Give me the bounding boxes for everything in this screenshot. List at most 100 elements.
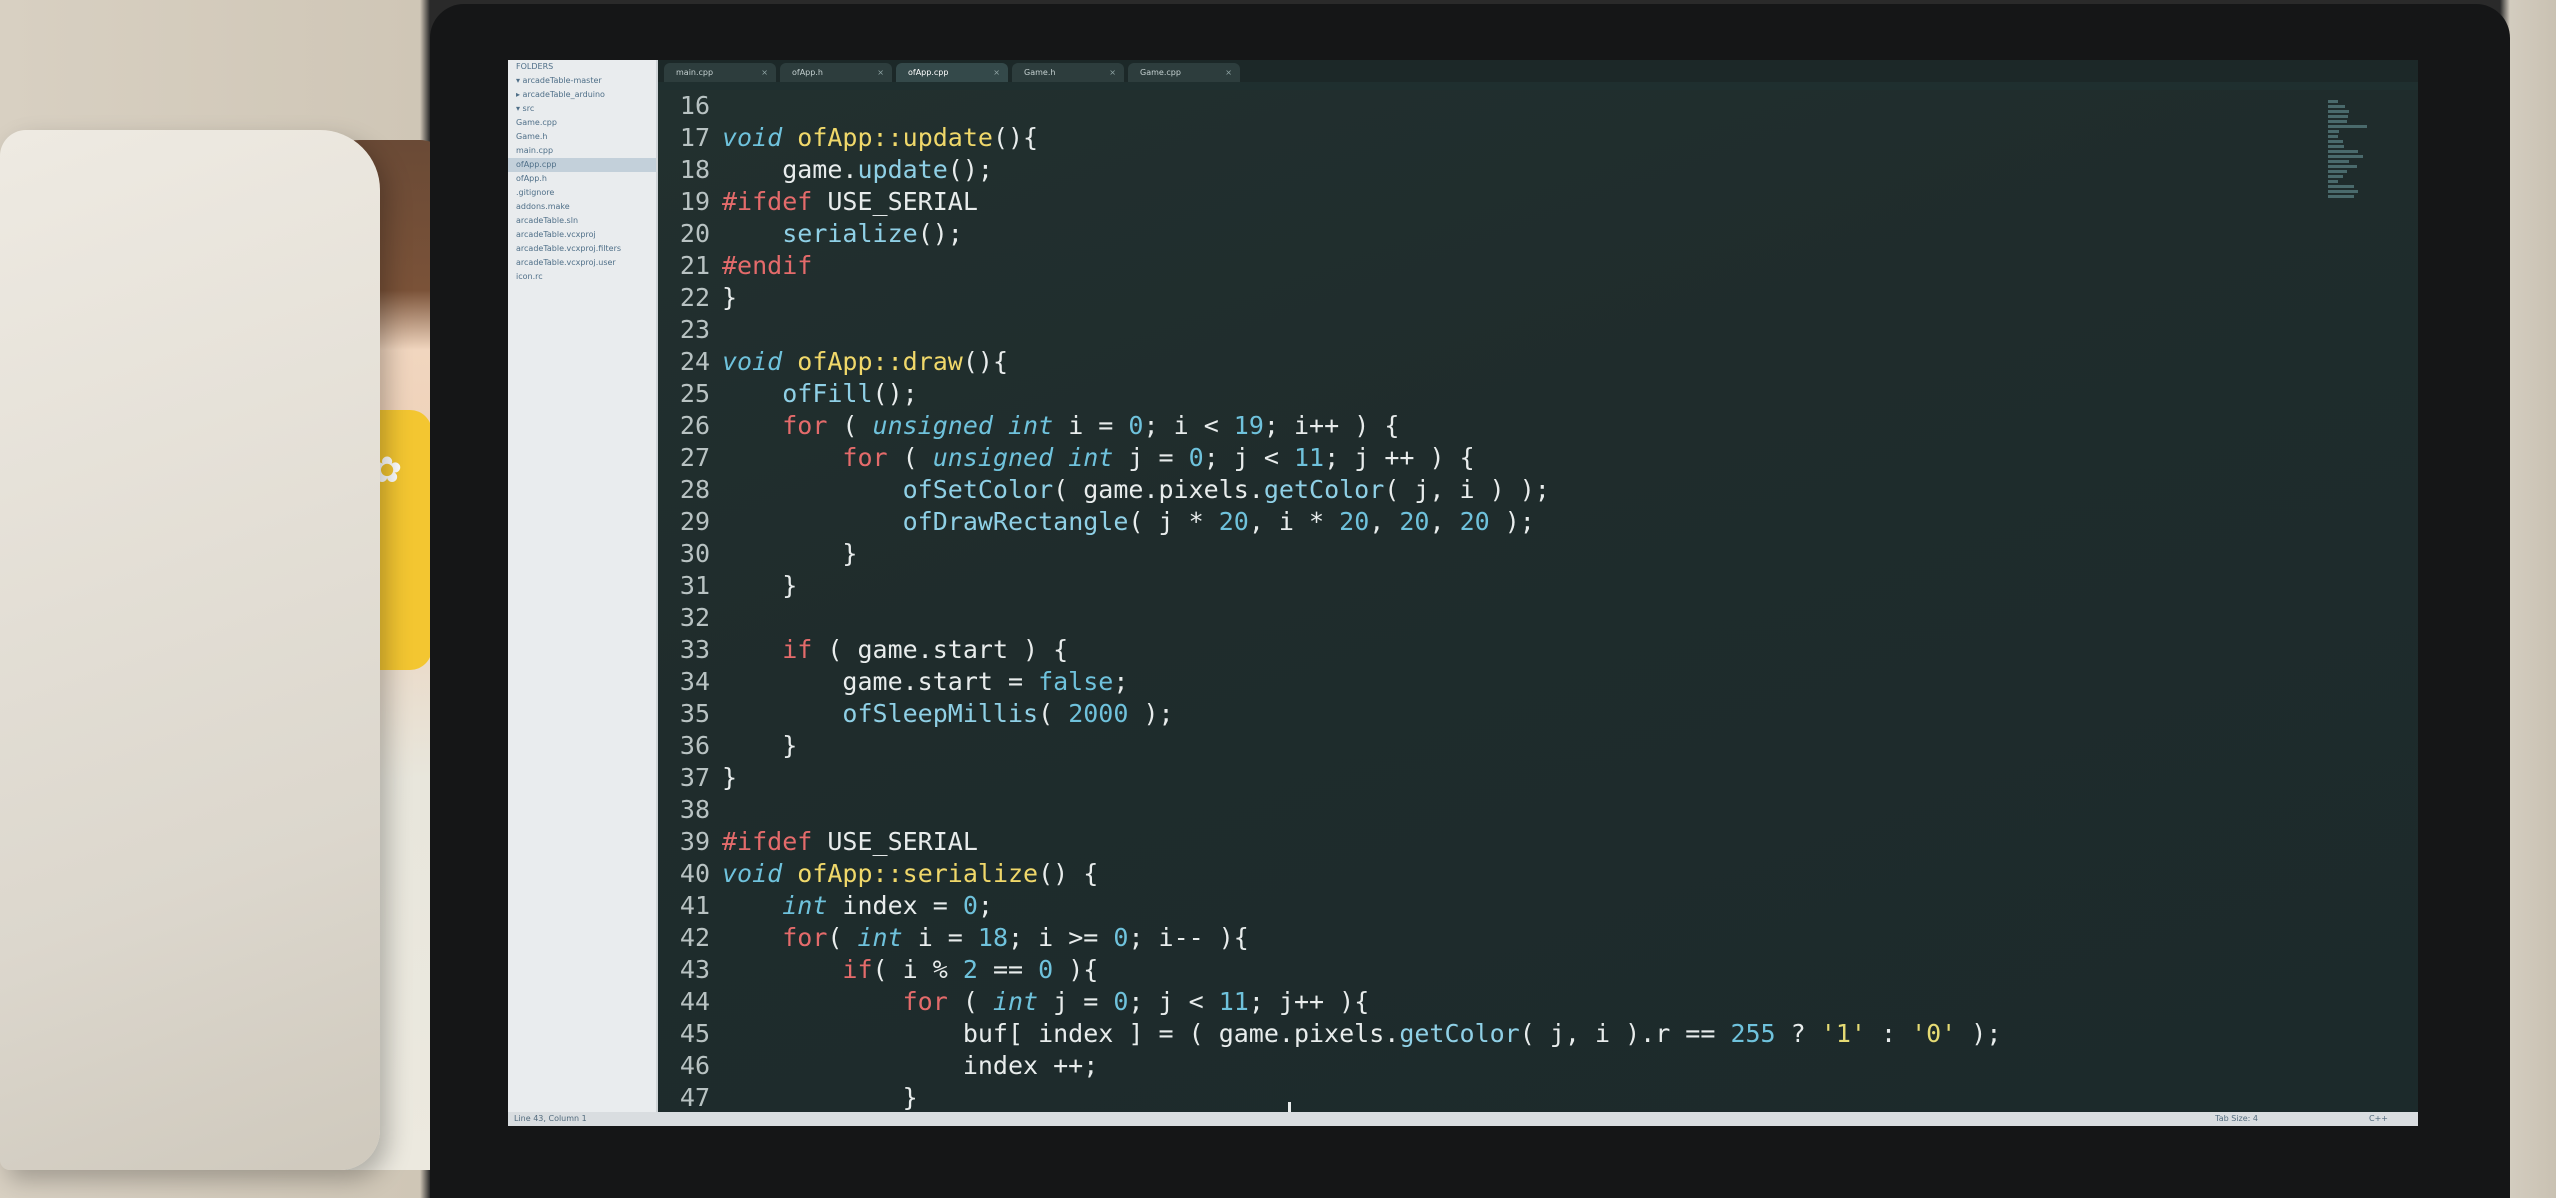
sidebar-item[interactable]: Game.h <box>508 130 656 144</box>
line-source: for ( int j = 0; j < 11; j++ ){ <box>902 987 1370 1016</box>
sidebar-item[interactable]: ofApp.cpp <box>508 158 656 172</box>
minimap-line <box>2328 165 2357 168</box>
line-source: void ofApp::serialize() { <box>722 859 1099 888</box>
tab-size[interactable]: Tab Size: 4 <box>2215 1112 2258 1126</box>
minimap[interactable] <box>2328 100 2368 210</box>
line-source: for( int i = 18; i >= 0; i-- ){ <box>782 923 1249 952</box>
sidebar-item[interactable]: icon.rc <box>508 270 656 284</box>
minimap-line <box>2328 130 2339 133</box>
line-number: 31 <box>679 571 710 600</box>
line-number: 28 <box>679 475 710 504</box>
line-number: 42 <box>679 923 710 952</box>
sidebar-item[interactable]: .gitignore <box>508 186 656 200</box>
line-number: 16 <box>679 91 710 120</box>
minimap-line <box>2328 100 2338 103</box>
line-number: 38 <box>679 795 710 824</box>
line-source: void ofApp::draw(){ <box>722 347 1009 376</box>
line-number: 18 <box>679 155 710 184</box>
sidebar-item[interactable]: arcadeTable.sln <box>508 214 656 228</box>
tab-ofapp-cpp[interactable]: ofApp.cpp × <box>896 63 1008 82</box>
line-source: ofSleepMillis( 2000 ); <box>842 699 1174 728</box>
sidebar-item[interactable]: main.cpp <box>508 144 656 158</box>
minimap-line <box>2328 110 2349 113</box>
tab-main-cpp[interactable]: main.cpp × <box>664 63 776 82</box>
line-number: 24 <box>679 347 710 376</box>
close-icon[interactable]: × <box>761 63 768 82</box>
minimap-line <box>2328 120 2347 123</box>
line-source: ofFill(); <box>782 379 918 408</box>
minimap-line <box>2328 105 2345 108</box>
minimap-line <box>2328 180 2338 183</box>
line-number: 23 <box>679 315 710 344</box>
line-number: 27 <box>679 443 710 472</box>
sidebar-item[interactable]: ▾ arcadeTable-master <box>508 74 656 88</box>
line-source: serialize(); <box>782 219 963 248</box>
line-number: 34 <box>679 667 710 696</box>
sidebar-item[interactable]: addons.make <box>508 200 656 214</box>
minimap-line <box>2328 140 2343 143</box>
line-number: 47 <box>679 1083 710 1112</box>
tab-game-cpp[interactable]: Game.cpp × <box>1128 63 1240 82</box>
line-source: ofDrawRectangle( j * 20, i * 20, 20, 20 … <box>902 507 1535 536</box>
sidebar-item[interactable]: FOLDERS <box>508 60 656 74</box>
tab-label: Game.h <box>1024 68 1056 77</box>
minimap-line <box>2328 135 2338 138</box>
line-source: int index = 0; <box>782 891 993 920</box>
minimap-line <box>2328 175 2343 178</box>
line-number: 39 <box>679 827 710 856</box>
sidebar-item[interactable]: arcadeTable.vcxproj.user <box>508 256 656 270</box>
sidebar-item[interactable]: ▸ arcadeTable_arduino <box>508 88 656 102</box>
sidebar-item[interactable]: Game.cpp <box>508 116 656 130</box>
line-number: 45 <box>679 1019 710 1048</box>
line-source: } <box>722 571 798 600</box>
minimap-line <box>2328 125 2367 128</box>
minimap-line <box>2328 190 2358 193</box>
line-number: 29 <box>679 507 710 536</box>
sidebar-item[interactable]: ▾ src <box>508 102 656 116</box>
line-source: if ( game.start ) { <box>782 635 1069 664</box>
line-number: 20 <box>679 219 710 248</box>
line-number: 35 <box>679 699 710 728</box>
line-source: } <box>722 1083 918 1112</box>
line-source: buf[ index ] = ( game.pixels.getColor( j… <box>722 1019 2002 1048</box>
line-number: 46 <box>679 1051 710 1080</box>
line-source: } <box>722 539 858 568</box>
line-number: 33 <box>679 635 710 664</box>
line-number: 36 <box>679 731 710 760</box>
close-icon[interactable]: × <box>1109 63 1116 82</box>
line-number: 41 <box>679 891 710 920</box>
syntax-mode[interactable]: C++ <box>2369 1112 2388 1126</box>
line-number: 22 <box>679 283 710 312</box>
line-source: #ifdef USE_SERIAL <box>722 187 978 216</box>
sidebar-item[interactable]: ofApp.h <box>508 172 656 186</box>
line-number: 44 <box>679 987 710 1016</box>
code-editor[interactable]: 16 17 void ofApp::update(){18 game.update(… <box>658 90 2418 1126</box>
close-icon[interactable]: × <box>877 63 884 82</box>
minimap-line <box>2328 145 2344 148</box>
line-number: 30 <box>679 539 710 568</box>
tab-label: ofApp.cpp <box>908 68 949 77</box>
line-source: for ( unsigned int j = 0; j < 11; j ++ )… <box>842 443 1475 472</box>
line-number: 37 <box>679 763 710 792</box>
minimap-line <box>2328 150 2358 153</box>
tab-label: Game.cpp <box>1140 68 1181 77</box>
tab-ofapp-h[interactable]: ofApp.h × <box>780 63 892 82</box>
sidebar-item[interactable]: arcadeTable.vcxproj.filters <box>508 242 656 256</box>
line-number: 26 <box>679 411 710 440</box>
tab-game-h[interactable]: Game.h × <box>1012 63 1124 82</box>
line-source: } <box>722 283 738 312</box>
cursor-position: Line 43, Column 1 <box>514 1114 587 1123</box>
close-icon[interactable]: × <box>993 63 1000 82</box>
line-source: if( i % 2 == 0 ){ <box>842 955 1099 984</box>
sidebar: FOLDERS ▾ arcadeTable-master ▸ arcadeTabl… <box>508 60 658 1112</box>
sidebar-item[interactable]: arcadeTable.vcxproj <box>508 228 656 242</box>
close-icon[interactable]: × <box>1225 63 1232 82</box>
line-number: 43 <box>679 955 710 984</box>
line-number: 40 <box>679 859 710 888</box>
line-source: } <box>722 763 738 792</box>
line-source: void ofApp::update(){ <box>722 123 1039 152</box>
line-source: } <box>722 731 798 760</box>
line-source: #endif <box>722 251 813 280</box>
tab-label: ofApp.h <box>792 68 823 77</box>
paper-panel <box>0 130 380 1170</box>
